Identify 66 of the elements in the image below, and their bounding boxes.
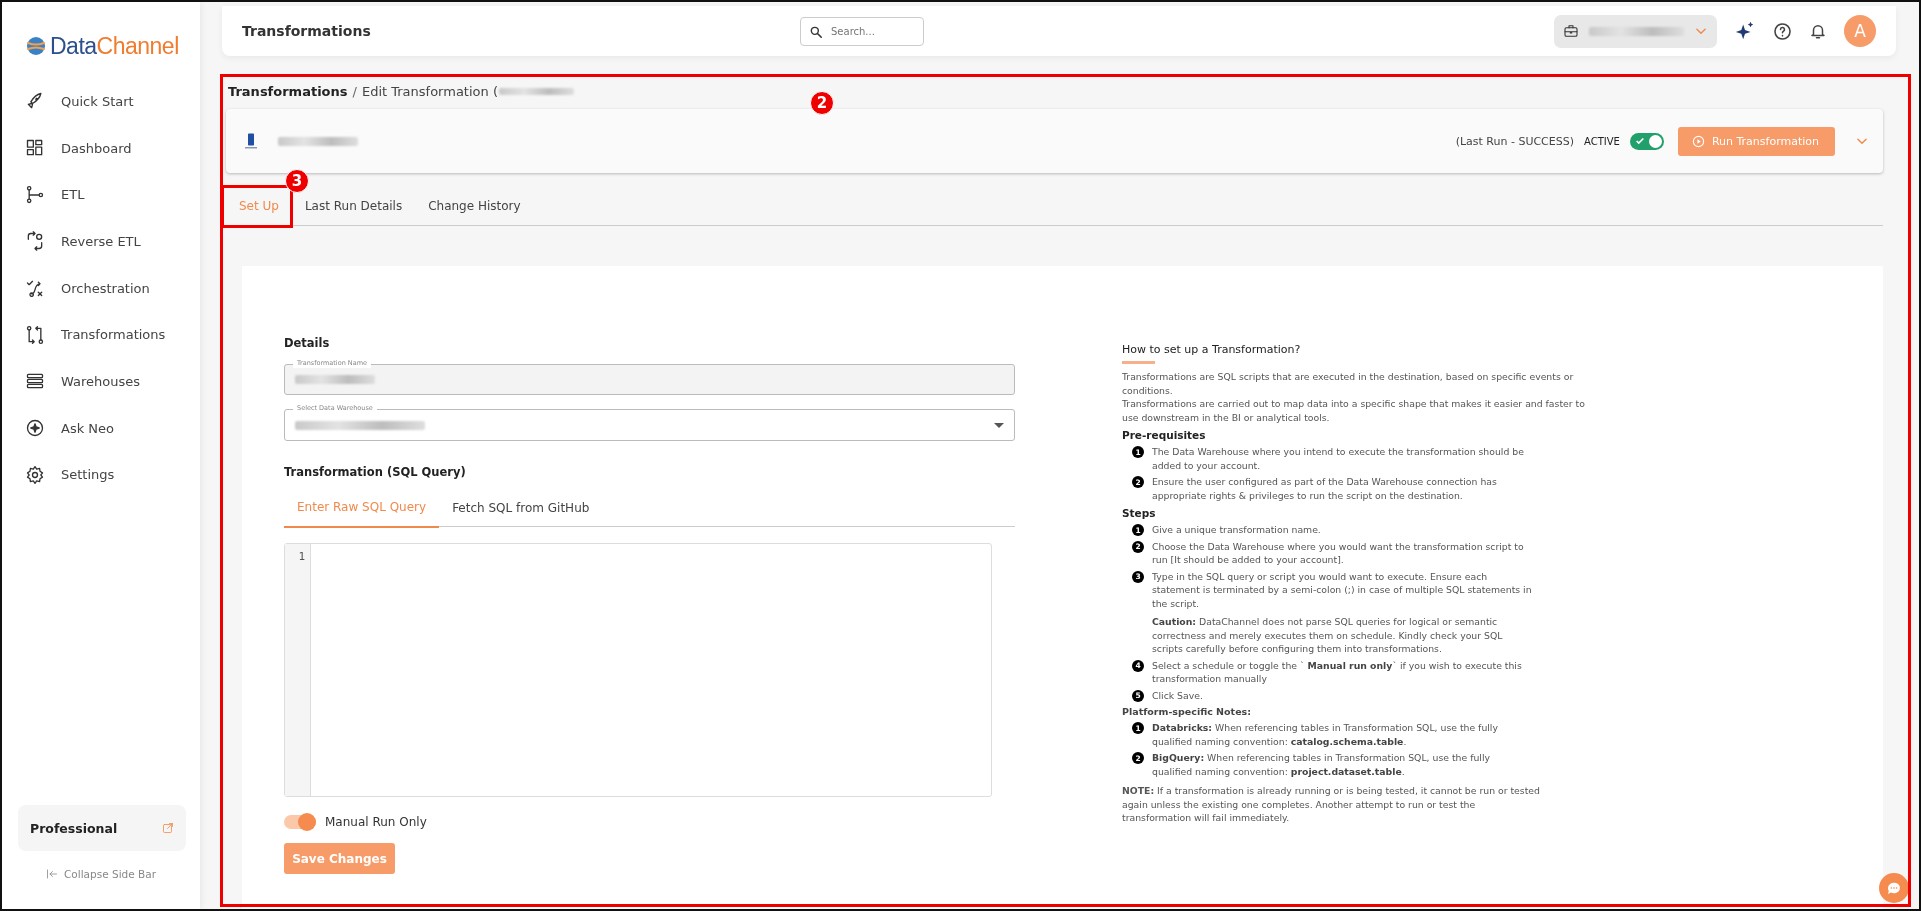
logo-text: DataChannel xyxy=(50,32,179,60)
help-title: How to set up a Transformation? xyxy=(1122,343,1302,356)
annotation-badge: 2 xyxy=(810,91,834,115)
search-icon xyxy=(809,24,823,39)
page-title: Transformations xyxy=(242,23,371,39)
help-text: Choose the Data Warehouse where you would want the transformation script to run [It should be added to your account]. xyxy=(1152,539,1525,567)
help-text: Databricks: When referencing tables in Transformation SQL, use the fully qualified naming convention: catalog.schema.table. xyxy=(1152,721,1499,748)
toggle-label: Manual Run Only xyxy=(325,815,427,829)
external-link-icon[interactable] xyxy=(162,822,174,834)
line-number: 1 xyxy=(297,550,306,563)
nav-item[interactable]: Orchestration xyxy=(2,264,200,312)
nav-item[interactable]: ETL xyxy=(2,171,200,219)
tab[interactable]: Last Run Details xyxy=(291,194,416,218)
nav-item[interactable]: Settings xyxy=(2,451,200,499)
nav-item[interactable]: Transformations xyxy=(2,311,200,359)
nav-item[interactable]: Quick Start xyxy=(2,78,200,125)
pipeline-icon xyxy=(25,184,45,205)
tab[interactable]: Change History xyxy=(415,194,534,218)
collapse-icon xyxy=(46,868,58,880)
sparkle-icon xyxy=(25,418,45,439)
route-icon xyxy=(25,278,45,299)
help-text: Ensure the user configured as part of the Data Warehouse connection has appropriate rights & privileges to run the script on the destination. xyxy=(1152,475,1498,502)
help-heading: Steps xyxy=(1122,507,1157,519)
sync-icon xyxy=(25,231,45,252)
nav-item[interactable]: Dashboard xyxy=(2,124,200,172)
chat-button[interactable] xyxy=(1879,873,1909,903)
breadcrumb-link[interactable]: Transformations xyxy=(228,83,348,99)
section-title: Details xyxy=(284,336,331,350)
breadcrumb-current: Edit Transformation ( xyxy=(361,83,498,99)
check-icon xyxy=(1634,136,1645,146)
active-label: ACTIVE xyxy=(1584,135,1620,147)
nav-item[interactable]: Reverse ETL xyxy=(2,218,200,265)
settings-icon xyxy=(25,464,45,485)
caution-text: Caution: DataChannel does not parse SQL queries for logical or semantic correctness and merely executes them on schedule. Kindly check your SQL scripts carefully before configuring them into transformations. xyxy=(1152,615,1504,656)
help-text: Click Save. xyxy=(1152,688,1203,702)
help-paragraph: Transformations are SQL scripts that are executed in the destination, based on specific events or conditions. xyxy=(1122,370,1575,397)
help-text: The Data Warehouse where you intend to execute the transformation should be added to your account. xyxy=(1152,445,1525,472)
nav-item[interactable]: Warehouses xyxy=(2,358,200,405)
run-status: (Last Run - SUCCESS) xyxy=(1455,134,1574,148)
play-icon xyxy=(1691,134,1705,148)
help-icon[interactable] xyxy=(1773,21,1792,41)
help-text: Select a schedule or toggle the ` Manual run only` if you wish to execute this transformation manually xyxy=(1152,658,1523,686)
help-text: Give a unique transformation name. xyxy=(1152,523,1321,537)
help-paragraph: Transformations are carried out to map data into a specific shape that makes it easier and faster to use downstream in the BI or analytical tools. xyxy=(1122,397,1586,424)
search-field[interactable]: Search... xyxy=(800,17,924,46)
nav-item[interactable]: Ask Neo xyxy=(2,404,200,452)
bell-icon[interactable] xyxy=(1809,22,1827,40)
manual-run-toggle[interactable] xyxy=(284,815,316,829)
active-toggle[interactable] xyxy=(1629,132,1664,150)
breadcrumb-separator: / xyxy=(352,83,357,99)
help-heading: Platform-specific Notes: xyxy=(1122,706,1253,717)
warehouse-logo-icon xyxy=(242,132,260,150)
help-note: NOTE: If a transformation is already running or is being tested, it cannot be run or tested again unless the existing one completes. Another attempt to run or test the transformation will fail immediately. xyxy=(1122,784,1541,825)
transform-icon xyxy=(25,324,45,345)
help-heading: Pre-requisites xyxy=(1122,429,1207,441)
logo-icon xyxy=(24,34,48,58)
help-text: Type in the SQL query or script you would want to execute. Ensure each statement is terminated by a semi-colon (;) in case of multiple SQL statements in the script. xyxy=(1152,569,1532,610)
workspace-selector[interactable] xyxy=(1554,14,1717,48)
section-title: Transformation (SQL Query) xyxy=(284,465,467,479)
plan-label: Professional xyxy=(30,820,118,836)
briefcase-icon xyxy=(1563,23,1579,39)
collapse-link[interactable]: Collapse Side Bar xyxy=(2,851,200,897)
help-text: BigQuery: When referencing tables in Transformation SQL, use the fully qualified naming convention: project.dataset.table. xyxy=(1152,751,1491,778)
annotation-badge: 3 xyxy=(285,169,309,193)
tab[interactable]: Fetch SQL from GitHub xyxy=(439,489,603,528)
code-editor[interactable]: 1 xyxy=(284,543,992,797)
